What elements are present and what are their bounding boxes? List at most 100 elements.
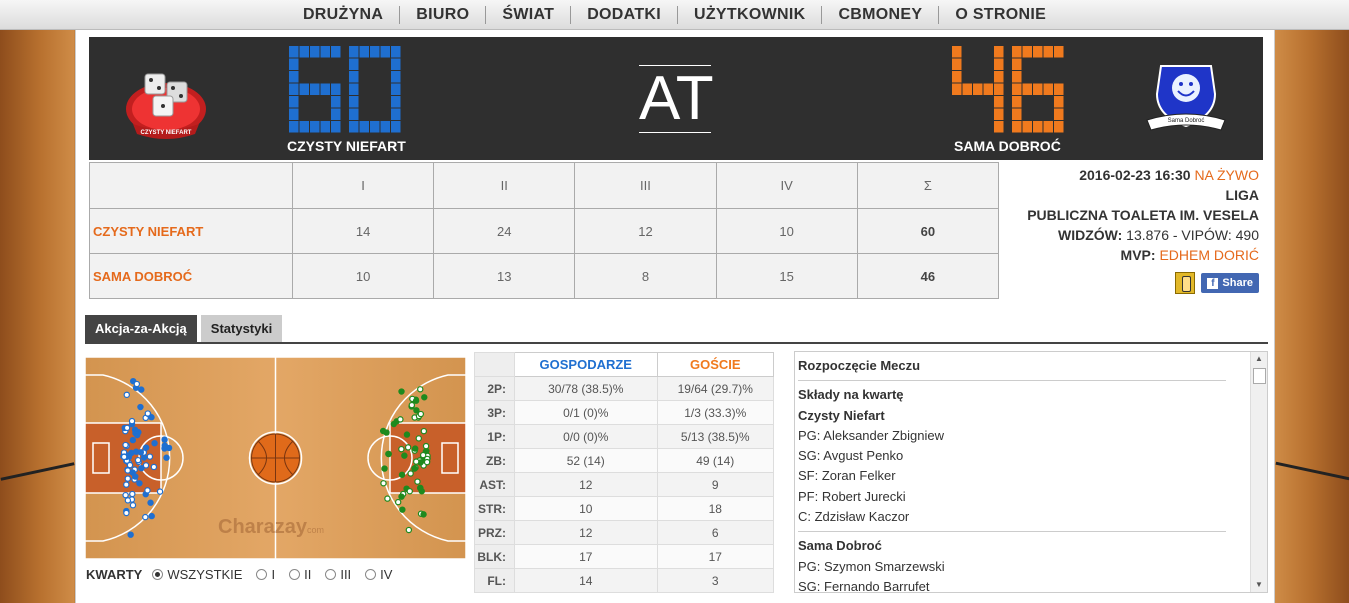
shot-marker [126,461,134,469]
score-digit-dot [349,58,359,70]
score-digit-dot [320,121,330,133]
team-link[interactable]: SAMA DOBROĆ [89,253,293,299]
score-digit-dot [380,121,390,133]
score-digit-dot [289,108,299,120]
table-row: 2P: 30/78 (38.5)% 19/64 (29.7)% [474,376,775,401]
nav-swiat[interactable]: ŚWIAT [486,5,572,24]
score-digit-dot [1043,121,1053,133]
quarter-option-all[interactable]: WSZYSTKIE [152,567,242,582]
shot-marker [163,454,170,461]
lineup-player: SF: Zoran Felker [798,468,896,484]
facebook-share-button[interactable]: f Share [1201,273,1259,293]
shot-marker [407,470,414,477]
attendance-value: 13.876 - VIPÓW: 490 [1126,227,1259,243]
score-digit-dot [391,108,401,120]
nav-dodatki[interactable]: DODATKI [571,5,678,24]
nav-biuro[interactable]: BIURO [400,5,487,24]
total-score: 46 [856,253,1000,299]
shot-marker [411,465,418,472]
scroll-down-icon[interactable]: ▼ [1251,578,1267,592]
quarter-option-label: IV [380,567,393,582]
quarter-score: 12 [574,208,717,254]
radio-icon[interactable] [289,569,301,580]
score-digit-dot [349,71,359,83]
home-team-name[interactable]: CZYSTY NIEFART [287,138,406,154]
score-digit-dot [391,71,401,83]
away-team-logo[interactable]: Sama Dobroć [1141,54,1231,144]
score-digit-dot [289,71,299,83]
quarter-score: 15 [715,253,858,299]
radio-icon[interactable] [256,569,268,580]
shot-marker [380,480,387,487]
nav-uzytkownik[interactable]: UŻYTKOWNIK [678,5,823,24]
quarter-header-3: III [574,162,717,209]
shot-marker [423,458,431,466]
shot-marker [133,431,141,439]
score-digit-dot [1054,46,1064,58]
away-team-name[interactable]: SAMA DOBROĆ [954,138,1061,154]
nav-druzyna[interactable]: DRUŻYNA [287,5,401,24]
radio-icon[interactable] [325,569,337,580]
shot-marker [133,380,141,388]
score-digit-dot [952,58,962,70]
score-digit-dot [1054,83,1064,95]
match-type: LIGA [1225,187,1259,203]
share-icons: f Share [1175,272,1259,294]
score-digit-dot [289,96,299,108]
stat-away: 18 [656,496,775,521]
shot-marker [123,509,130,517]
nav-cbmoney[interactable]: CBMONEY [822,5,940,24]
radio-icon[interactable] [152,569,164,580]
lineup-player: PG: Aleksander Zbigniew [798,427,944,443]
score-digit-dot [299,83,309,95]
scrollbar[interactable]: ▲ ▼ [1250,352,1267,592]
score-digit-dot [349,83,359,95]
quarter-option-3[interactable]: III [325,567,351,582]
stat-away: 1/3 (33.3)% [656,400,775,425]
shot-marker [415,435,422,442]
quarter-option-label: I [271,567,276,582]
quarter-option-1[interactable]: I [256,567,275,582]
shot-marker [413,407,420,414]
table-row: PRZ: 12 6 [474,520,775,545]
home-logo-text: CZYSTY NIEFART [141,130,192,136]
team-link[interactable]: CZYSTY NIEFART [89,208,293,254]
home-team-logo[interactable]: CZYSTY NIEFART [121,54,211,144]
stats-header-away: GOŚCIE [656,352,775,377]
quarter-header-blank [89,162,293,209]
table-row: CZYSTY NIEFART 14 24 12 10 60 [89,208,1000,254]
shot-marker [132,473,139,480]
lineup-player: C: Zdzisław Kaczor [798,509,910,525]
score-digit-dot [962,83,972,95]
quarter-filter: KWARTY WSZYSTKIE I II III IV [86,567,406,582]
away-logo-text: Sama Dobroć [1168,118,1205,124]
tab-statistics[interactable]: Statystyki [200,315,283,342]
tab-play-by-play[interactable]: Akcja-za-Akcją [85,315,197,342]
stat-home: 12 [514,472,658,497]
shot-marker [398,388,405,395]
quarter-option-label: III [340,567,352,582]
scroll-up-icon[interactable]: ▲ [1251,352,1267,366]
shot-marker [137,403,144,411]
mvp-link[interactable]: EDHEM DORIĆ [1159,247,1259,263]
shot-marker [417,484,424,491]
nav-o-stronie[interactable]: O STRONIE [939,6,1062,24]
score-digit-dot [349,121,359,133]
score-digit-dot [994,46,1004,58]
scroll-thumb[interactable] [1253,368,1266,384]
score-digit-dot [349,46,359,58]
shot-marker [137,449,145,456]
arena-link[interactable]: PUBLICZNA TOALETA IM. VESELA [1027,207,1259,223]
stat-away: 49 (14) [656,448,775,473]
stat-home: 0/1 (0)% [514,400,658,425]
shot-marker [381,465,388,472]
mobile-icon[interactable] [1175,272,1196,294]
shot-marker [403,431,411,438]
stat-away: 6 [656,520,775,545]
live-link[interactable]: NA ŻYWO [1194,167,1259,183]
score-digit-dot [952,83,962,95]
quarter-option-2[interactable]: II [289,567,311,582]
table-row: FL: 14 3 [474,568,775,593]
radio-icon[interactable] [365,569,377,580]
quarter-option-4[interactable]: IV [365,567,392,582]
